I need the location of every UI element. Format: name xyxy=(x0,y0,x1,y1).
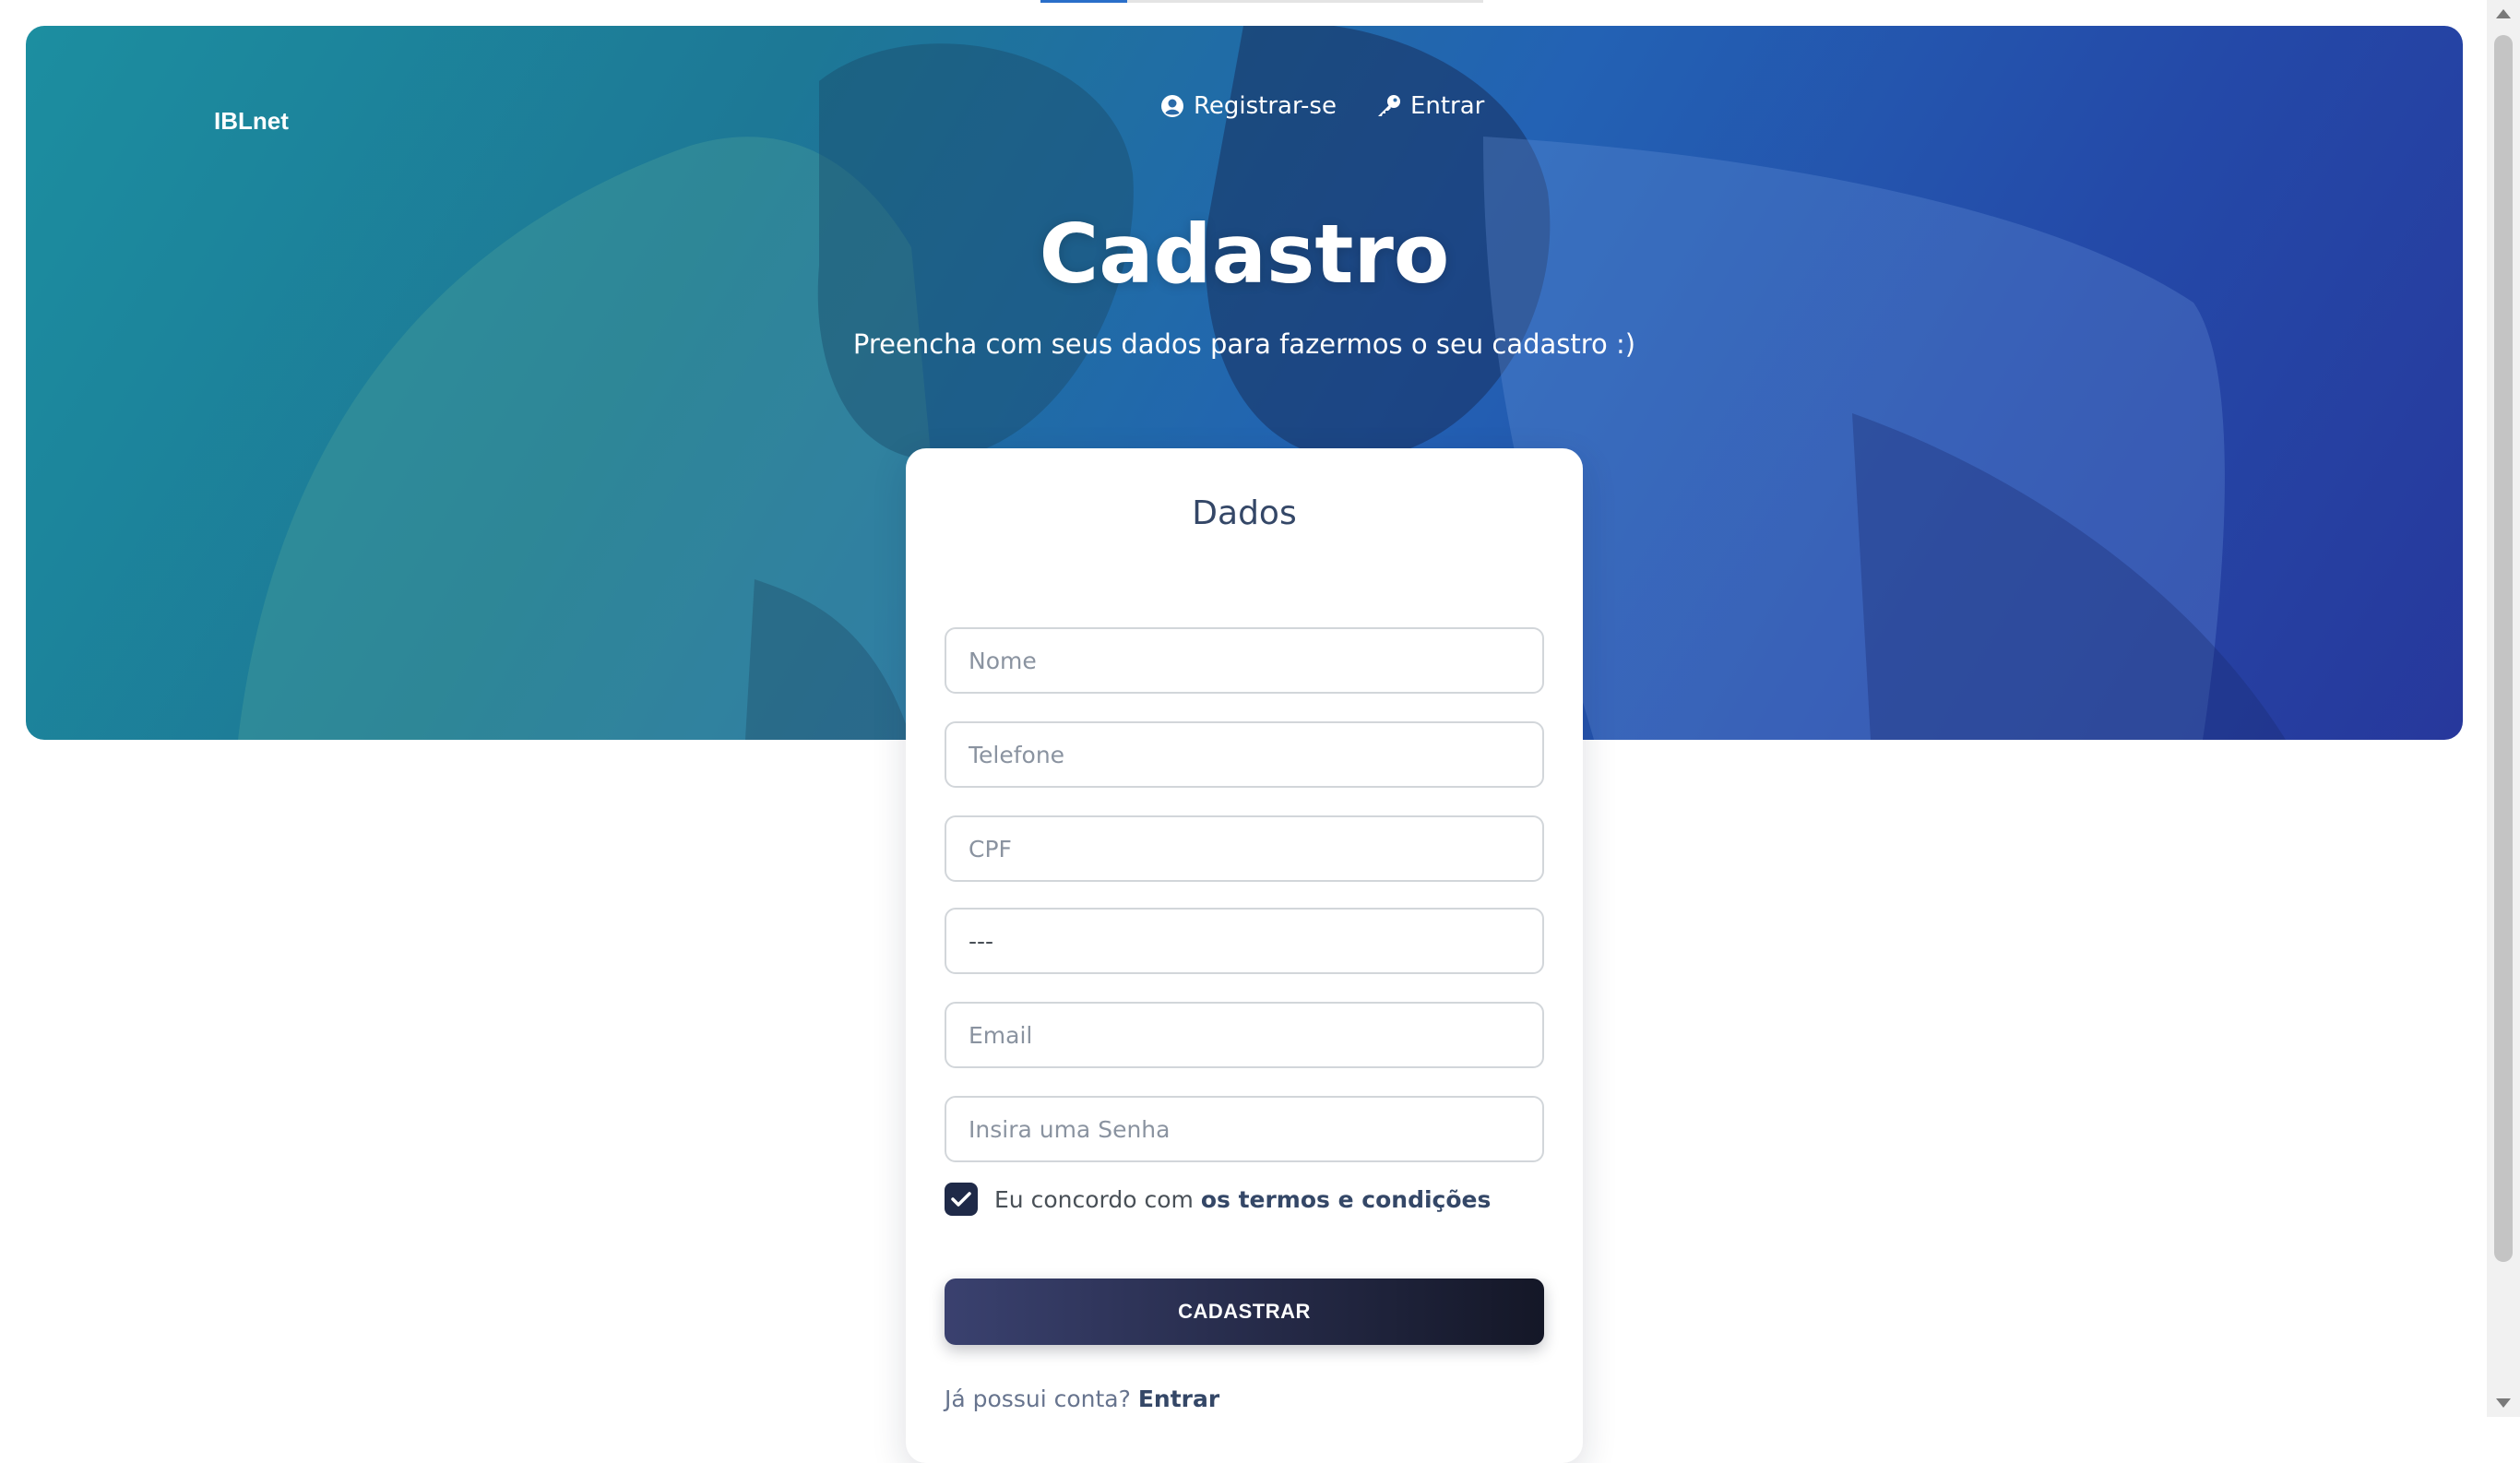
key-icon xyxy=(1377,95,1400,116)
register-form-card: Dados --- Eu concordo com os termos e co… xyxy=(906,448,1583,1463)
top-nav: Registrar-se Entrar xyxy=(1160,92,1484,120)
login-prompt-line: Já possui conta? Entrar xyxy=(945,1386,1219,1412)
page-subtitle: Preencha com seus dados para fazermos o … xyxy=(852,328,1636,360)
terms-link[interactable]: os termos e condições xyxy=(1201,1186,1492,1213)
page-scrollbar[interactable] xyxy=(2487,0,2520,1417)
name-input[interactable] xyxy=(945,627,1544,694)
password-input[interactable] xyxy=(945,1096,1544,1162)
terms-row: Eu concordo com os termos e condições xyxy=(945,1183,1491,1216)
nav-register-label: Registrar-se xyxy=(1194,92,1337,120)
cpf-input[interactable] xyxy=(945,815,1544,882)
phone-input[interactable] xyxy=(945,721,1544,788)
scrollbar-thumb[interactable] xyxy=(2494,35,2513,1262)
terms-prefix: Eu concordo com xyxy=(994,1185,1194,1213)
nav-login-label: Entrar xyxy=(1409,92,1485,120)
form-title: Dados xyxy=(1192,494,1297,532)
login-prompt: Já possui conta? xyxy=(945,1386,1131,1412)
check-icon xyxy=(951,1192,971,1207)
user-circle-icon xyxy=(1161,95,1183,117)
terms-checkbox[interactable] xyxy=(945,1183,978,1216)
scroll-up-arrow-icon[interactable] xyxy=(2496,9,2511,18)
page-title: Cadastro xyxy=(1039,207,1450,302)
brand-logo[interactable]: IBLnet xyxy=(214,107,289,136)
login-link[interactable]: Entrar xyxy=(1138,1386,1219,1412)
option-select[interactable]: --- xyxy=(945,908,1544,974)
terms-label: Eu concordo com os termos e condições xyxy=(994,1186,1491,1213)
email-input[interactable] xyxy=(945,1002,1544,1068)
nav-register-link[interactable]: Registrar-se xyxy=(1160,92,1337,120)
nav-login-link[interactable]: Entrar xyxy=(1375,92,1484,120)
register-button[interactable]: CADASTRAR xyxy=(945,1279,1544,1345)
option-select-value: --- xyxy=(969,927,994,955)
top-progress-fill xyxy=(1040,0,1127,3)
scroll-down-arrow-icon[interactable] xyxy=(2496,1398,2511,1408)
